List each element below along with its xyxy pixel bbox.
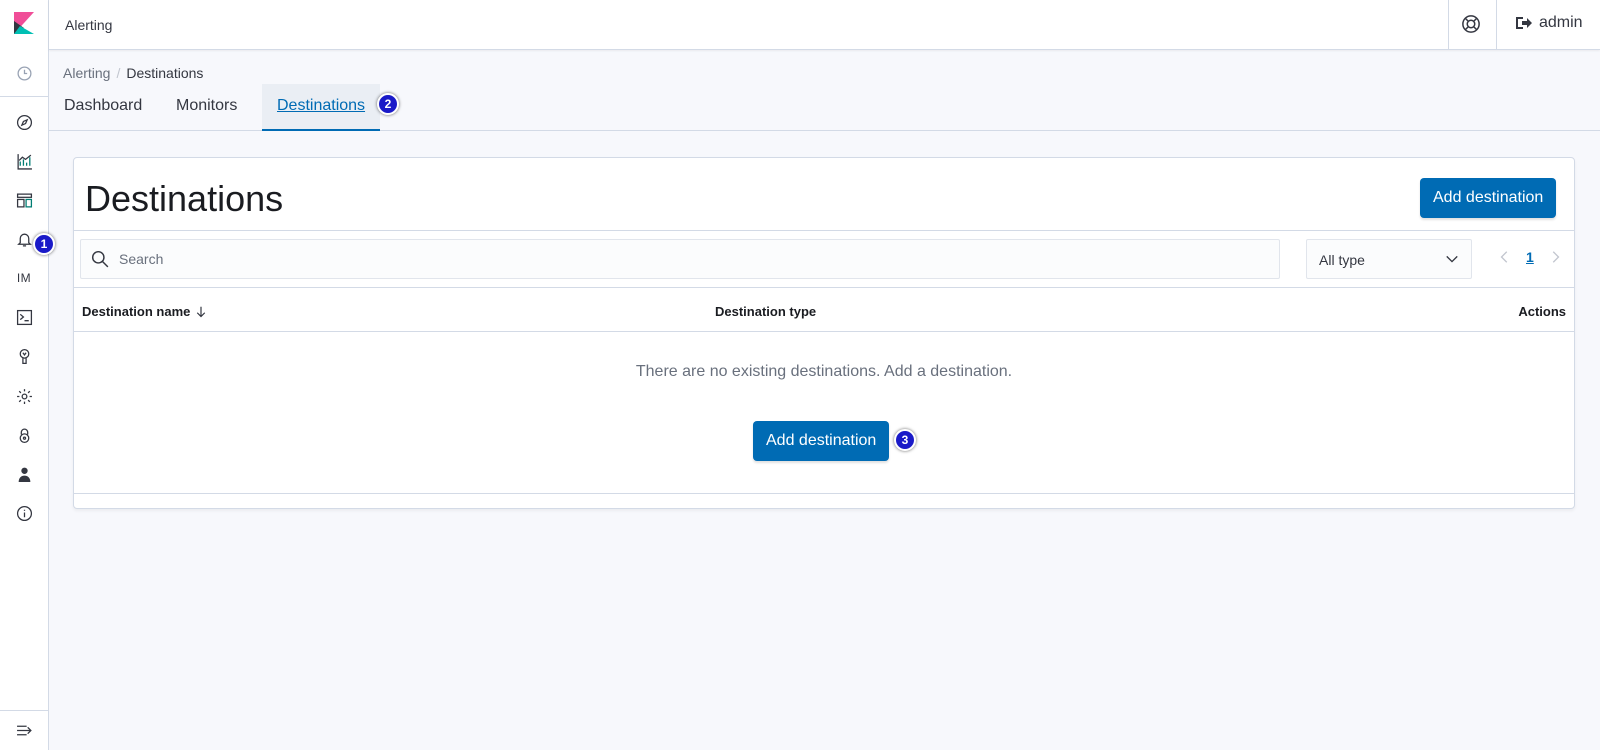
type-filter-select[interactable]: All type xyxy=(1306,239,1472,279)
add-destination-empty-button[interactable]: Add destination xyxy=(753,421,890,461)
management-gear-icon[interactable] xyxy=(14,386,34,406)
discover-icon[interactable] xyxy=(14,112,34,132)
breadcrumb-current: Destinations xyxy=(126,65,204,81)
table-top-divider xyxy=(74,287,1574,288)
nav-divider-bottom xyxy=(0,710,48,711)
step-badge-2: 2 xyxy=(377,93,399,115)
search-icon xyxy=(91,250,109,268)
top-header: Alerting admin xyxy=(49,0,1600,50)
recent-icon[interactable] xyxy=(14,63,34,83)
table-header-divider xyxy=(74,331,1574,332)
header-title: Alerting xyxy=(65,17,113,33)
empty-state-message: There are no existing destinations. Add … xyxy=(635,363,1013,380)
kibana-logo[interactable] xyxy=(14,12,34,34)
step-badge-3: 3 xyxy=(894,429,916,451)
user-name: admin xyxy=(1539,14,1583,31)
tabs-bar: Dashboard Monitors Destinations xyxy=(49,84,1600,131)
logout-admin-button[interactable]: admin xyxy=(1515,14,1583,32)
info-icon[interactable] xyxy=(14,503,34,523)
search-input[interactable] xyxy=(119,240,1269,278)
page-1-link[interactable]: 1 xyxy=(1526,249,1534,265)
type-filter-value: All type xyxy=(1319,252,1365,268)
breadcrumb-separator: / xyxy=(116,65,121,81)
column-actions: Actions xyxy=(1518,304,1566,319)
monitoring-icon[interactable] xyxy=(14,346,34,366)
collapse-nav-icon[interactable] xyxy=(14,720,34,740)
chevron-down-icon xyxy=(1446,255,1458,263)
tab-monitors[interactable]: Monitors xyxy=(161,84,252,131)
tab-destinations[interactable]: Destinations xyxy=(262,84,381,131)
search-field xyxy=(80,239,1280,279)
dev-tools-icon[interactable] xyxy=(14,307,34,327)
security-lock-icon[interactable] xyxy=(14,425,34,445)
im-text-icon[interactable]: IM xyxy=(14,268,34,288)
alerting-bell-icon[interactable] xyxy=(14,229,34,249)
dashboard-icon[interactable] xyxy=(14,190,34,210)
left-nav: IM xyxy=(0,0,49,750)
help-icon[interactable] xyxy=(1461,14,1481,34)
column-destination-name[interactable]: Destination name xyxy=(82,304,207,319)
header-separator xyxy=(1496,0,1497,49)
tab-dashboard[interactable]: Dashboard xyxy=(49,84,157,131)
breadcrumb: Alerting / Destinations xyxy=(63,65,203,81)
table-bottom-divider xyxy=(74,493,1574,494)
pagination: 1 xyxy=(1498,249,1562,265)
logout-icon xyxy=(1516,17,1532,29)
add-destination-header-button[interactable]: Add destination xyxy=(1420,178,1557,218)
page-title: Destinations xyxy=(85,178,284,219)
breadcrumb-alerting[interactable]: Alerting xyxy=(63,65,110,81)
nav-divider xyxy=(0,96,48,97)
column-destination-name-label: Destination name xyxy=(82,304,191,319)
visualize-icon[interactable] xyxy=(14,151,34,171)
destinations-panel: Destinations Add destination All type 1 … xyxy=(73,157,1575,509)
step-badge-1: 1 xyxy=(33,233,55,255)
panel-divider xyxy=(74,230,1574,231)
header-separator xyxy=(1448,0,1449,49)
next-page-icon[interactable] xyxy=(1548,250,1562,264)
user-icon[interactable] xyxy=(14,464,34,484)
column-destination-type[interactable]: Destination type xyxy=(715,304,816,319)
sort-down-arrow-icon xyxy=(197,306,206,317)
previous-page-icon[interactable] xyxy=(1498,250,1512,264)
